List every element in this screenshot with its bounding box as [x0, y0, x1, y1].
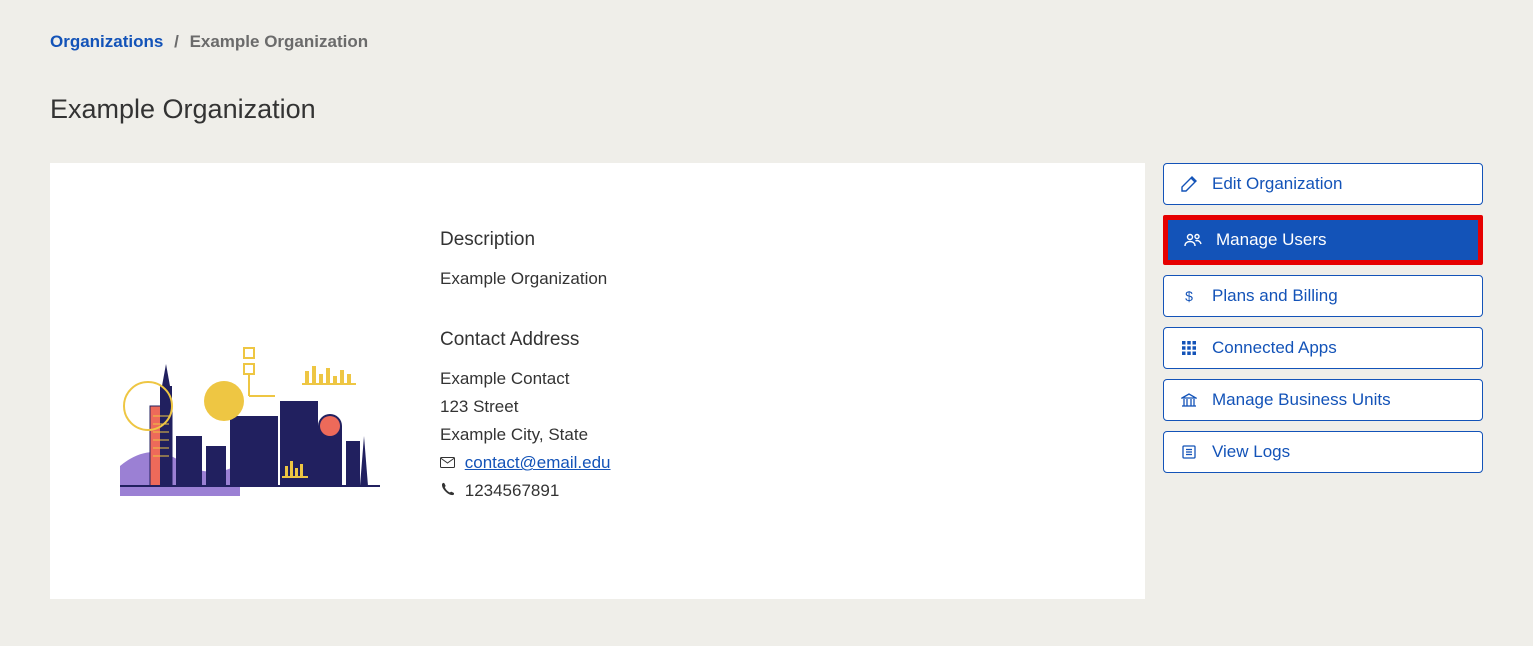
list-icon: [1180, 443, 1198, 461]
contact-heading: Contact Address: [440, 329, 611, 351]
view-logs-label: View Logs: [1212, 442, 1290, 462]
view-logs-button[interactable]: View Logs: [1163, 431, 1483, 473]
pencil-icon: [1180, 175, 1198, 193]
contact-name: Example Contact: [440, 365, 611, 393]
plans-billing-button[interactable]: $ Plans and Billing: [1163, 275, 1483, 317]
description-text: Example Organization: [440, 265, 611, 293]
connected-apps-button[interactable]: Connected Apps: [1163, 327, 1483, 369]
manage-business-units-label: Manage Business Units: [1212, 390, 1391, 410]
contact-phone: 1234567891: [465, 481, 560, 500]
apps-grid-icon: [1180, 339, 1198, 357]
breadcrumb: Organizations / Example Organization: [50, 32, 1483, 52]
action-sidebar: Edit Organization Manage Users $ Plans a…: [1163, 163, 1483, 473]
breadcrumb-root-link[interactable]: Organizations: [50, 32, 163, 51]
manage-users-highlight: Manage Users: [1163, 215, 1483, 265]
manage-users-label: Manage Users: [1216, 230, 1327, 250]
plans-billing-label: Plans and Billing: [1212, 286, 1338, 306]
edit-organization-button[interactable]: Edit Organization: [1163, 163, 1483, 205]
breadcrumb-separator: /: [174, 32, 179, 51]
org-card: Description Example Organization Contact…: [50, 163, 1145, 599]
svg-text:$: $: [1185, 288, 1193, 304]
edit-organization-label: Edit Organization: [1212, 174, 1342, 194]
contact-street: 123 Street: [440, 393, 611, 421]
dollar-icon: $: [1180, 287, 1198, 305]
city-illustration-icon: [120, 346, 380, 496]
phone-icon: [440, 482, 458, 496]
contact-email-link[interactable]: contact@email.edu: [465, 453, 611, 472]
manage-business-units-button[interactable]: Manage Business Units: [1163, 379, 1483, 421]
page-title: Example Organization: [50, 94, 1483, 125]
org-illustration: [120, 223, 380, 559]
institution-icon: [1180, 391, 1198, 409]
description-heading: Description: [440, 229, 611, 251]
users-icon: [1184, 231, 1202, 249]
connected-apps-label: Connected Apps: [1212, 338, 1337, 358]
contact-city-state: Example City, State: [440, 421, 611, 449]
envelope-icon: [440, 457, 458, 468]
breadcrumb-current: Example Organization: [190, 32, 369, 51]
manage-users-button[interactable]: Manage Users: [1168, 220, 1478, 260]
